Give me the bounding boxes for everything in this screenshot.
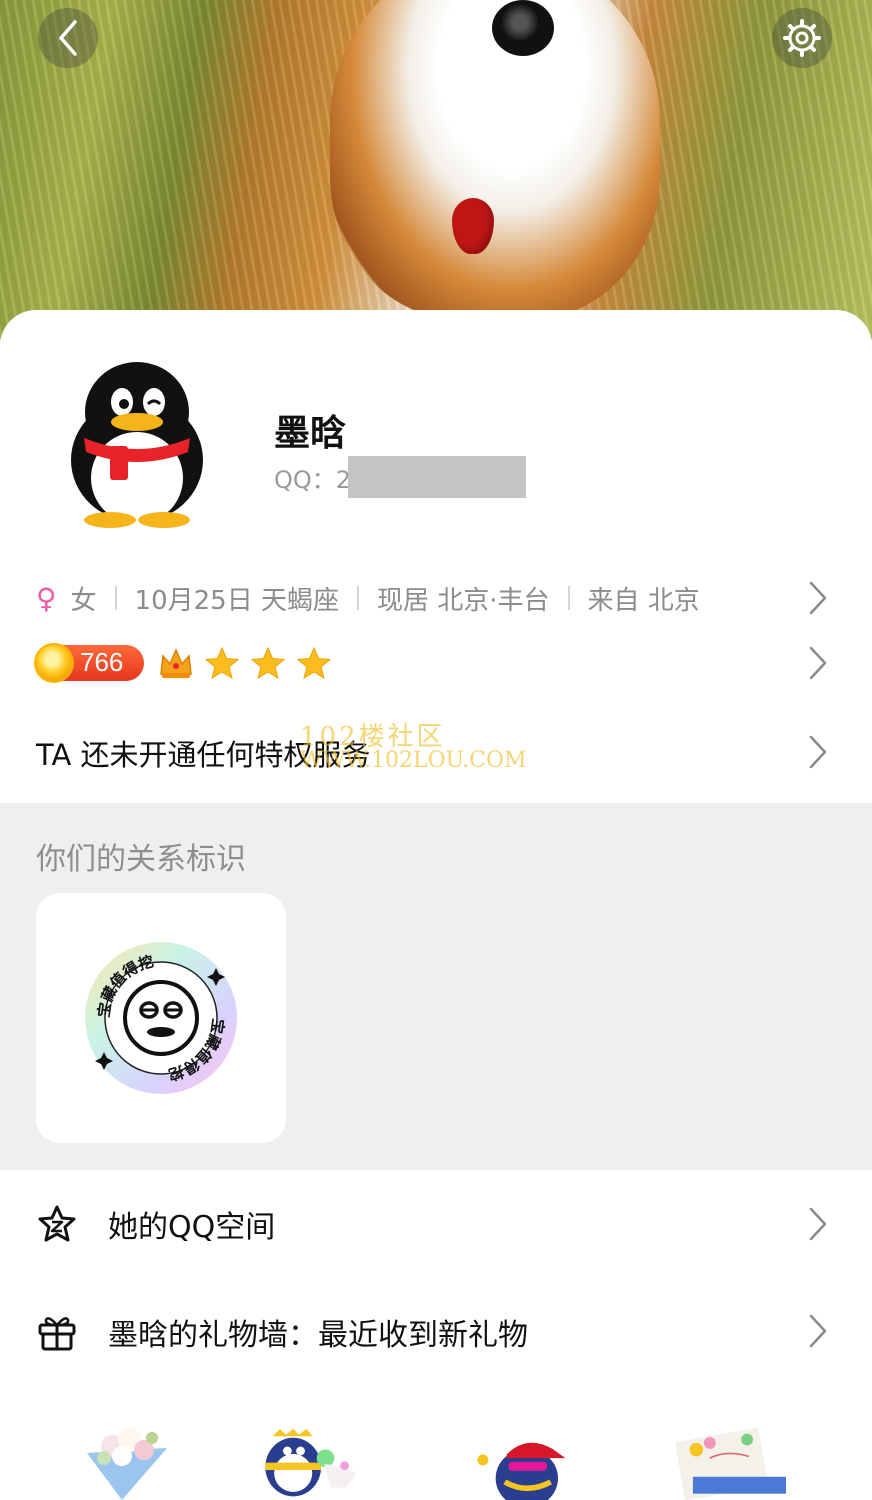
penguin-cake-gift-icon[interactable]: [258, 1418, 368, 1500]
relation-title: 你们的关系标识: [36, 842, 246, 877]
back-icon: [59, 20, 77, 56]
star-icon: [204, 646, 240, 680]
female-icon: ♀: [36, 581, 57, 615]
profile-name: 墨晗: [274, 413, 347, 454]
gift-wall-row[interactable]: 墨晗的礼物墙：最近收到新礼物: [36, 1307, 528, 1357]
qq-number-redaction: [348, 456, 526, 498]
watermark-line1: 102楼社区: [300, 722, 446, 752]
qzone-label: 她的QQ空间: [108, 1210, 276, 1245]
settings-button[interactable]: [772, 8, 832, 68]
gear-icon: [783, 19, 821, 57]
qzone-star-icon: [38, 1205, 76, 1242]
relation-badge-card[interactable]: 宝藏值得挖掘 宝藏值得挖掘: [36, 893, 286, 1143]
star-icon: [296, 646, 332, 680]
profile-info-row[interactable]: ♀ 女 10月25日 天蝎座 现居 北京·丰台 来自 北京: [36, 578, 700, 618]
gender-text: 女: [70, 585, 97, 616]
birthday-text: 10月25日 天蝎座: [134, 585, 339, 616]
hometown-text: 来自 北京: [587, 585, 700, 616]
divider: [356, 586, 359, 610]
crown-icon: [160, 648, 192, 678]
qq-penguin-avatar: [71, 362, 203, 528]
level-points-badge: 766: [34, 643, 144, 683]
level-row[interactable]: 766: [34, 642, 342, 684]
birthday-card-gift-icon[interactable]: [676, 1418, 786, 1500]
penguin-cap-gift-icon[interactable]: [470, 1418, 580, 1500]
bouquet-gift-icon[interactable]: [72, 1418, 182, 1500]
avatar[interactable]: [62, 360, 212, 530]
chevron-right-icon[interactable]: [808, 645, 828, 681]
location-text: 现居 北京·丰台: [376, 585, 550, 616]
treasure-badge-icon: 宝藏值得挖掘 宝藏值得挖掘: [81, 938, 237, 1094]
gift-list: [0, 1400, 872, 1500]
star-icon: [250, 646, 286, 680]
level-icons: [158, 646, 342, 680]
qzone-row[interactable]: 她的QQ空间: [36, 1199, 275, 1249]
cover-photo: [0, 0, 872, 340]
divider: [114, 586, 117, 610]
chevron-right-icon[interactable]: [808, 580, 828, 616]
watermark: 102楼社区 WWW.102LOU.COM: [300, 724, 527, 772]
cover-dog-head: [330, 0, 660, 320]
divider: [567, 586, 570, 610]
cover-dog-nose: [492, 0, 554, 56]
level-points: 766: [80, 647, 124, 677]
chevron-right-icon[interactable]: [808, 1206, 828, 1242]
gift-wall-label: 墨晗的礼物墙：最近收到新礼物: [108, 1318, 528, 1353]
coin-icon: [34, 643, 74, 683]
gift-icon: [38, 1317, 76, 1351]
qq-number: QQ：2: [274, 466, 352, 494]
chevron-right-icon[interactable]: [808, 1313, 828, 1349]
chevron-right-icon[interactable]: [808, 734, 828, 770]
watermark-line2: WWW.102LOU.COM: [300, 748, 527, 773]
back-button[interactable]: [38, 8, 98, 68]
